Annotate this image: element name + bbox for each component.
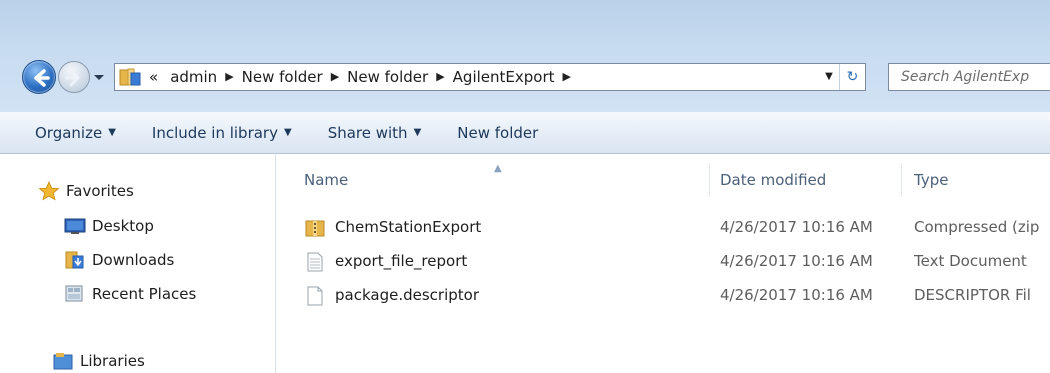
address-bar[interactable]: « admin ▶ New folder ▶ New folder ▶ Agil… [114,63,866,91]
star-icon [38,181,60,201]
chevron-down-icon: ▼ [283,127,292,138]
downloads-folder-icon [64,250,86,270]
file-list: ▲ Name Date modified Type ChemStationExp… [277,155,1050,373]
breadcrumb-separator-icon[interactable]: ▶ [561,64,573,90]
forward-button[interactable] [58,61,90,93]
column-divider[interactable] [901,163,902,197]
back-button[interactable] [22,60,56,94]
include-in-library-button[interactable]: Include in library ▼ [152,124,292,142]
column-header-name[interactable]: Name [304,171,348,189]
breadcrumb-separator-icon[interactable]: ▶ [329,64,341,90]
nav-item-libraries[interactable]: Libraries [52,349,145,373]
forward-arrow-icon [65,69,80,87]
nav-item-label: Desktop [92,217,154,235]
column-header-type[interactable]: Type [914,171,948,189]
column-divider[interactable] [709,163,710,197]
column-header-row: ▲ Name Date modified Type [277,155,1050,197]
chevron-down-icon [94,75,104,80]
nav-item-desktop[interactable]: Desktop [64,214,154,238]
organize-label: Organize [35,123,103,142]
nav-item-favorites[interactable]: Favorites [38,179,134,203]
share-with-button[interactable]: Share with ▼ [328,124,422,142]
file-name: package.descriptor [335,286,479,304]
breadcrumb-admin[interactable]: admin [164,64,223,90]
nav-item-label: Favorites [66,182,134,200]
file-row[interactable]: export_file_report 4/26/2017 10:16 AM Te… [277,249,1050,275]
file-type: DESCRIPTOR Fil [914,286,1031,304]
nav-item-label: Downloads [92,251,175,269]
back-arrow-icon [34,69,50,87]
nav-item-downloads[interactable]: Downloads [64,248,174,272]
organize-button[interactable]: Organize ▼ [35,124,116,142]
breadcrumb-overflow[interactable]: « [147,64,164,90]
command-bar: Organize ▼ Include in library ▼ Share wi… [0,112,1050,154]
blank-file-icon [307,286,323,306]
refresh-icon[interactable]: ↻ [839,64,865,90]
breadcrumb-new-folder-2[interactable]: New folder [341,64,434,90]
chevron-down-icon: ▼ [413,127,422,138]
file-type: Compressed (zip [914,218,1040,236]
libraries-icon [52,351,74,371]
breadcrumb: « admin ▶ New folder ▶ New folder ▶ Agil… [147,64,573,90]
search-input[interactable]: Search AgilentExp [888,63,1050,91]
navigation-row: « admin ▶ New folder ▶ New folder ▶ Agil… [22,60,1050,94]
breadcrumb-new-folder-1[interactable]: New folder [236,64,329,90]
file-name: ChemStationExport [335,218,482,236]
column-header-date-modified[interactable]: Date modified [720,171,826,189]
file-type: Text Document [914,252,1027,270]
nav-item-label: Recent Places [92,285,197,303]
file-row[interactable]: ChemStationExport 4/26/2017 10:16 AM Com… [277,215,1050,241]
breadcrumb-separator-icon[interactable]: ▶ [223,64,235,90]
file-date: 4/26/2017 10:16 AM [720,252,873,270]
sort-ascending-icon: ▲ [494,163,502,174]
include-in-library-label: Include in library [151,123,278,142]
breadcrumb-separator-icon[interactable]: ▶ [434,64,446,90]
window-title-area: « admin ▶ New folder ▶ New folder ▶ Agil… [0,0,1050,112]
file-row[interactable]: package.descriptor 4/26/2017 10:16 AM DE… [277,283,1050,309]
nav-item-label: Libraries [80,352,145,370]
navigation-pane: Favorites Desktop Downloads Recent Place… [0,155,276,373]
file-date: 4/26/2017 10:16 AM [720,286,873,304]
desktop-icon [64,216,86,236]
recent-pages-button[interactable] [92,66,106,88]
file-name: export_file_report [335,252,468,270]
file-date: 4/26/2017 10:16 AM [720,218,873,236]
zip-folder-icon [305,220,325,237]
folder-icon [119,68,141,86]
address-dropdown-icon[interactable]: ▼ [819,64,839,90]
breadcrumb-agilentexport[interactable]: AgilentExport [447,64,561,90]
nav-item-recent-places[interactable]: Recent Places [64,282,196,306]
chevron-down-icon: ▼ [108,127,116,138]
share-with-label: Share with [327,123,408,142]
recent-places-icon [64,284,86,304]
new-folder-label: New folder [457,123,539,142]
text-document-icon [307,252,323,272]
new-folder-button[interactable]: New folder [457,124,538,142]
